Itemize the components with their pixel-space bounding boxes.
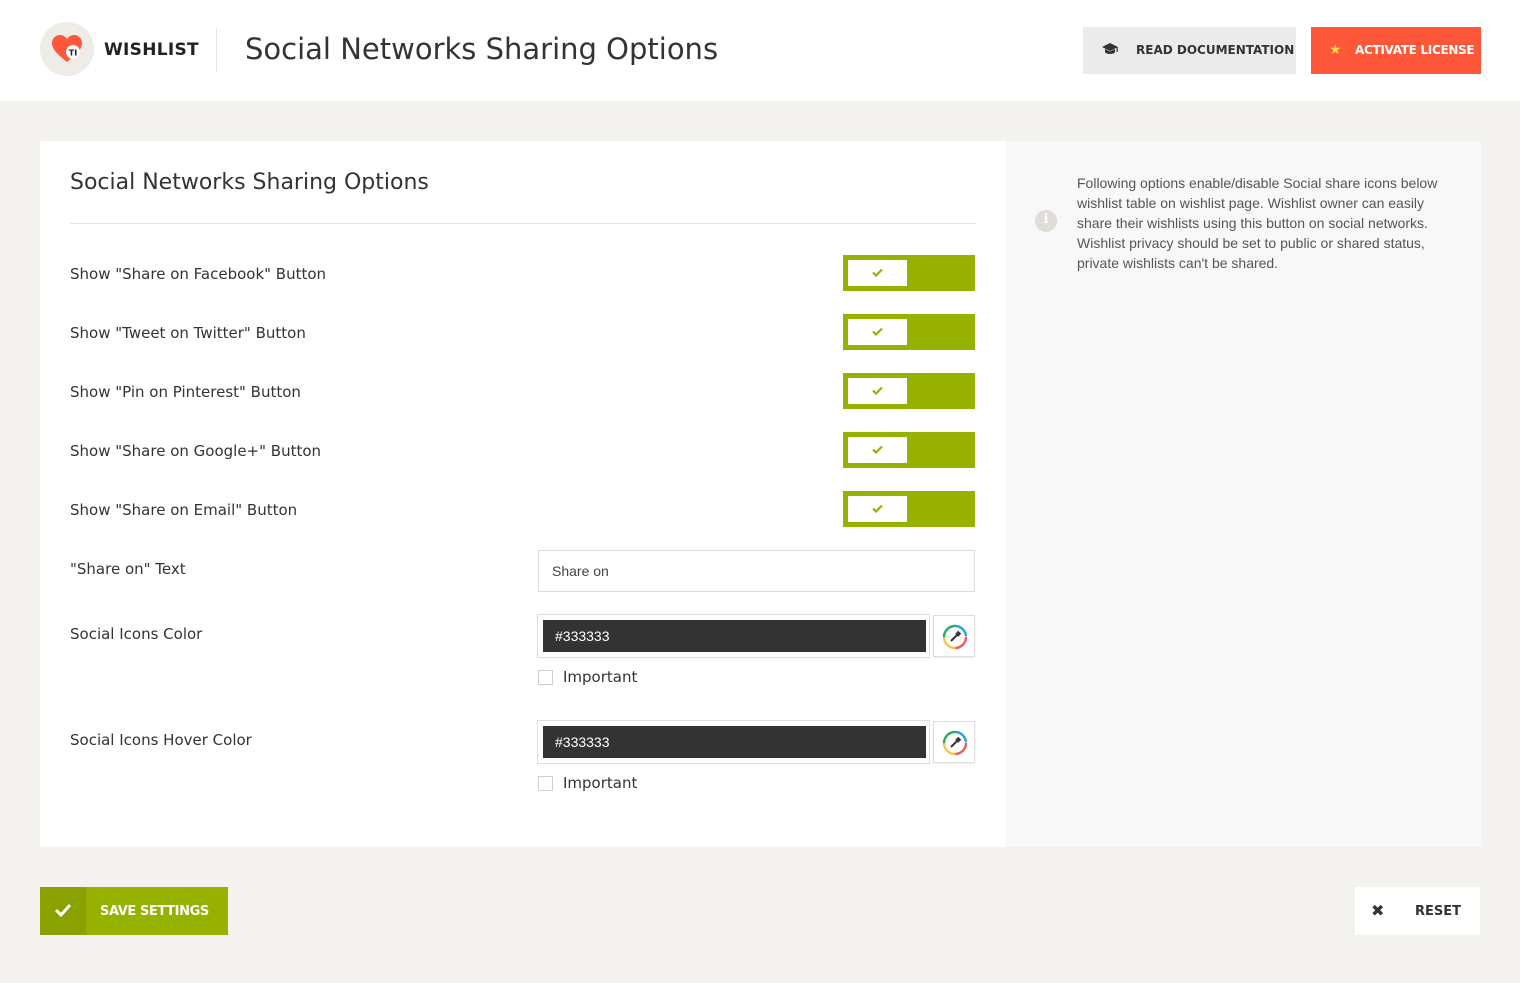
page-title: Social Networks Sharing Options (245, 32, 719, 66)
eyedropper-icon (942, 624, 968, 650)
heart-logo-icon: TI (52, 35, 82, 62)
save-icon-wrap (40, 887, 86, 935)
wishlist-logo: TI (40, 22, 94, 76)
check-icon (54, 903, 72, 917)
check-icon (872, 268, 883, 277)
google-plus-option-label: Show "Share on Google+" Button (70, 442, 322, 460)
toggle-knob (848, 437, 907, 463)
reset-button[interactable]: ✖ RESET (1355, 887, 1480, 935)
toggle-knob (848, 378, 907, 404)
activate-license-label: ACTIVATE LICENSE (1355, 43, 1475, 57)
header-divider (216, 28, 217, 72)
close-icon: ✖ (1371, 901, 1385, 920)
check-icon (872, 327, 883, 336)
email-toggle[interactable] (843, 491, 975, 527)
toggle-knob (848, 496, 907, 522)
svg-text:TI: TI (69, 49, 77, 58)
settings-panel: Social Networks Sharing Options Show "Sh… (40, 141, 1481, 847)
reset-label: RESET (1415, 904, 1462, 919)
top-header: TI WISHLIST Social Networks Sharing Opti… (0, 0, 1520, 101)
icons-hover-color-picker-button[interactable] (933, 721, 975, 763)
icons-color-important-checkbox[interactable] (538, 670, 553, 685)
save-settings-button[interactable]: SAVE SETTINGS (40, 887, 228, 935)
section-title: Social Networks Sharing Options (70, 170, 429, 195)
brand-name: WISHLIST (104, 40, 199, 60)
info-icon: i (1035, 210, 1057, 232)
check-icon (872, 386, 883, 395)
check-icon (872, 504, 883, 513)
star-icon: ★ (1329, 42, 1342, 58)
facebook-option-label: Show "Share on Facebook" Button (70, 265, 327, 283)
icons-color-label: Social Icons Color (70, 625, 203, 643)
icons-hover-color-field[interactable]: #333333 (537, 720, 930, 764)
icons-color-value[interactable]: #333333 (543, 620, 926, 652)
twitter-toggle[interactable] (843, 314, 975, 350)
toggle-knob (848, 260, 907, 286)
icons-hover-color-important-label: Important (563, 774, 638, 792)
toggle-knob (848, 319, 907, 345)
read-documentation-label: READ DOCUMENTATION (1136, 43, 1295, 57)
read-documentation-button[interactable]: READ DOCUMENTATION (1083, 27, 1296, 74)
twitter-option-label: Show "Tweet on Twitter" Button (70, 324, 306, 342)
pinterest-toggle[interactable] (843, 373, 975, 409)
share-on-text-input[interactable] (538, 550, 975, 592)
icons-hover-color-label: Social Icons Hover Color (70, 731, 252, 749)
section-divider (70, 223, 976, 224)
icons-hover-color-value[interactable]: #333333 (543, 726, 926, 758)
check-icon (872, 445, 883, 454)
graduation-cap-icon (1101, 42, 1119, 59)
icons-color-picker-button[interactable] (933, 615, 975, 657)
icons-color-field[interactable]: #333333 (537, 614, 930, 658)
share-on-text-label: "Share on" Text (70, 560, 186, 578)
icons-color-important-label: Important (563, 668, 638, 686)
info-description: Following options enable/disable Social … (1077, 175, 1438, 271)
pinterest-option-label: Show "Pin on Pinterest" Button (70, 383, 301, 401)
google-plus-toggle[interactable] (843, 432, 975, 468)
email-option-label: Show "Share on Email" Button (70, 501, 298, 519)
activate-license-button[interactable]: ★ ACTIVATE LICENSE (1311, 27, 1481, 74)
facebook-toggle[interactable] (843, 255, 975, 291)
icons-hover-color-important-checkbox[interactable] (538, 776, 553, 791)
save-settings-label: SAVE SETTINGS (100, 904, 209, 919)
eyedropper-icon (942, 730, 968, 756)
